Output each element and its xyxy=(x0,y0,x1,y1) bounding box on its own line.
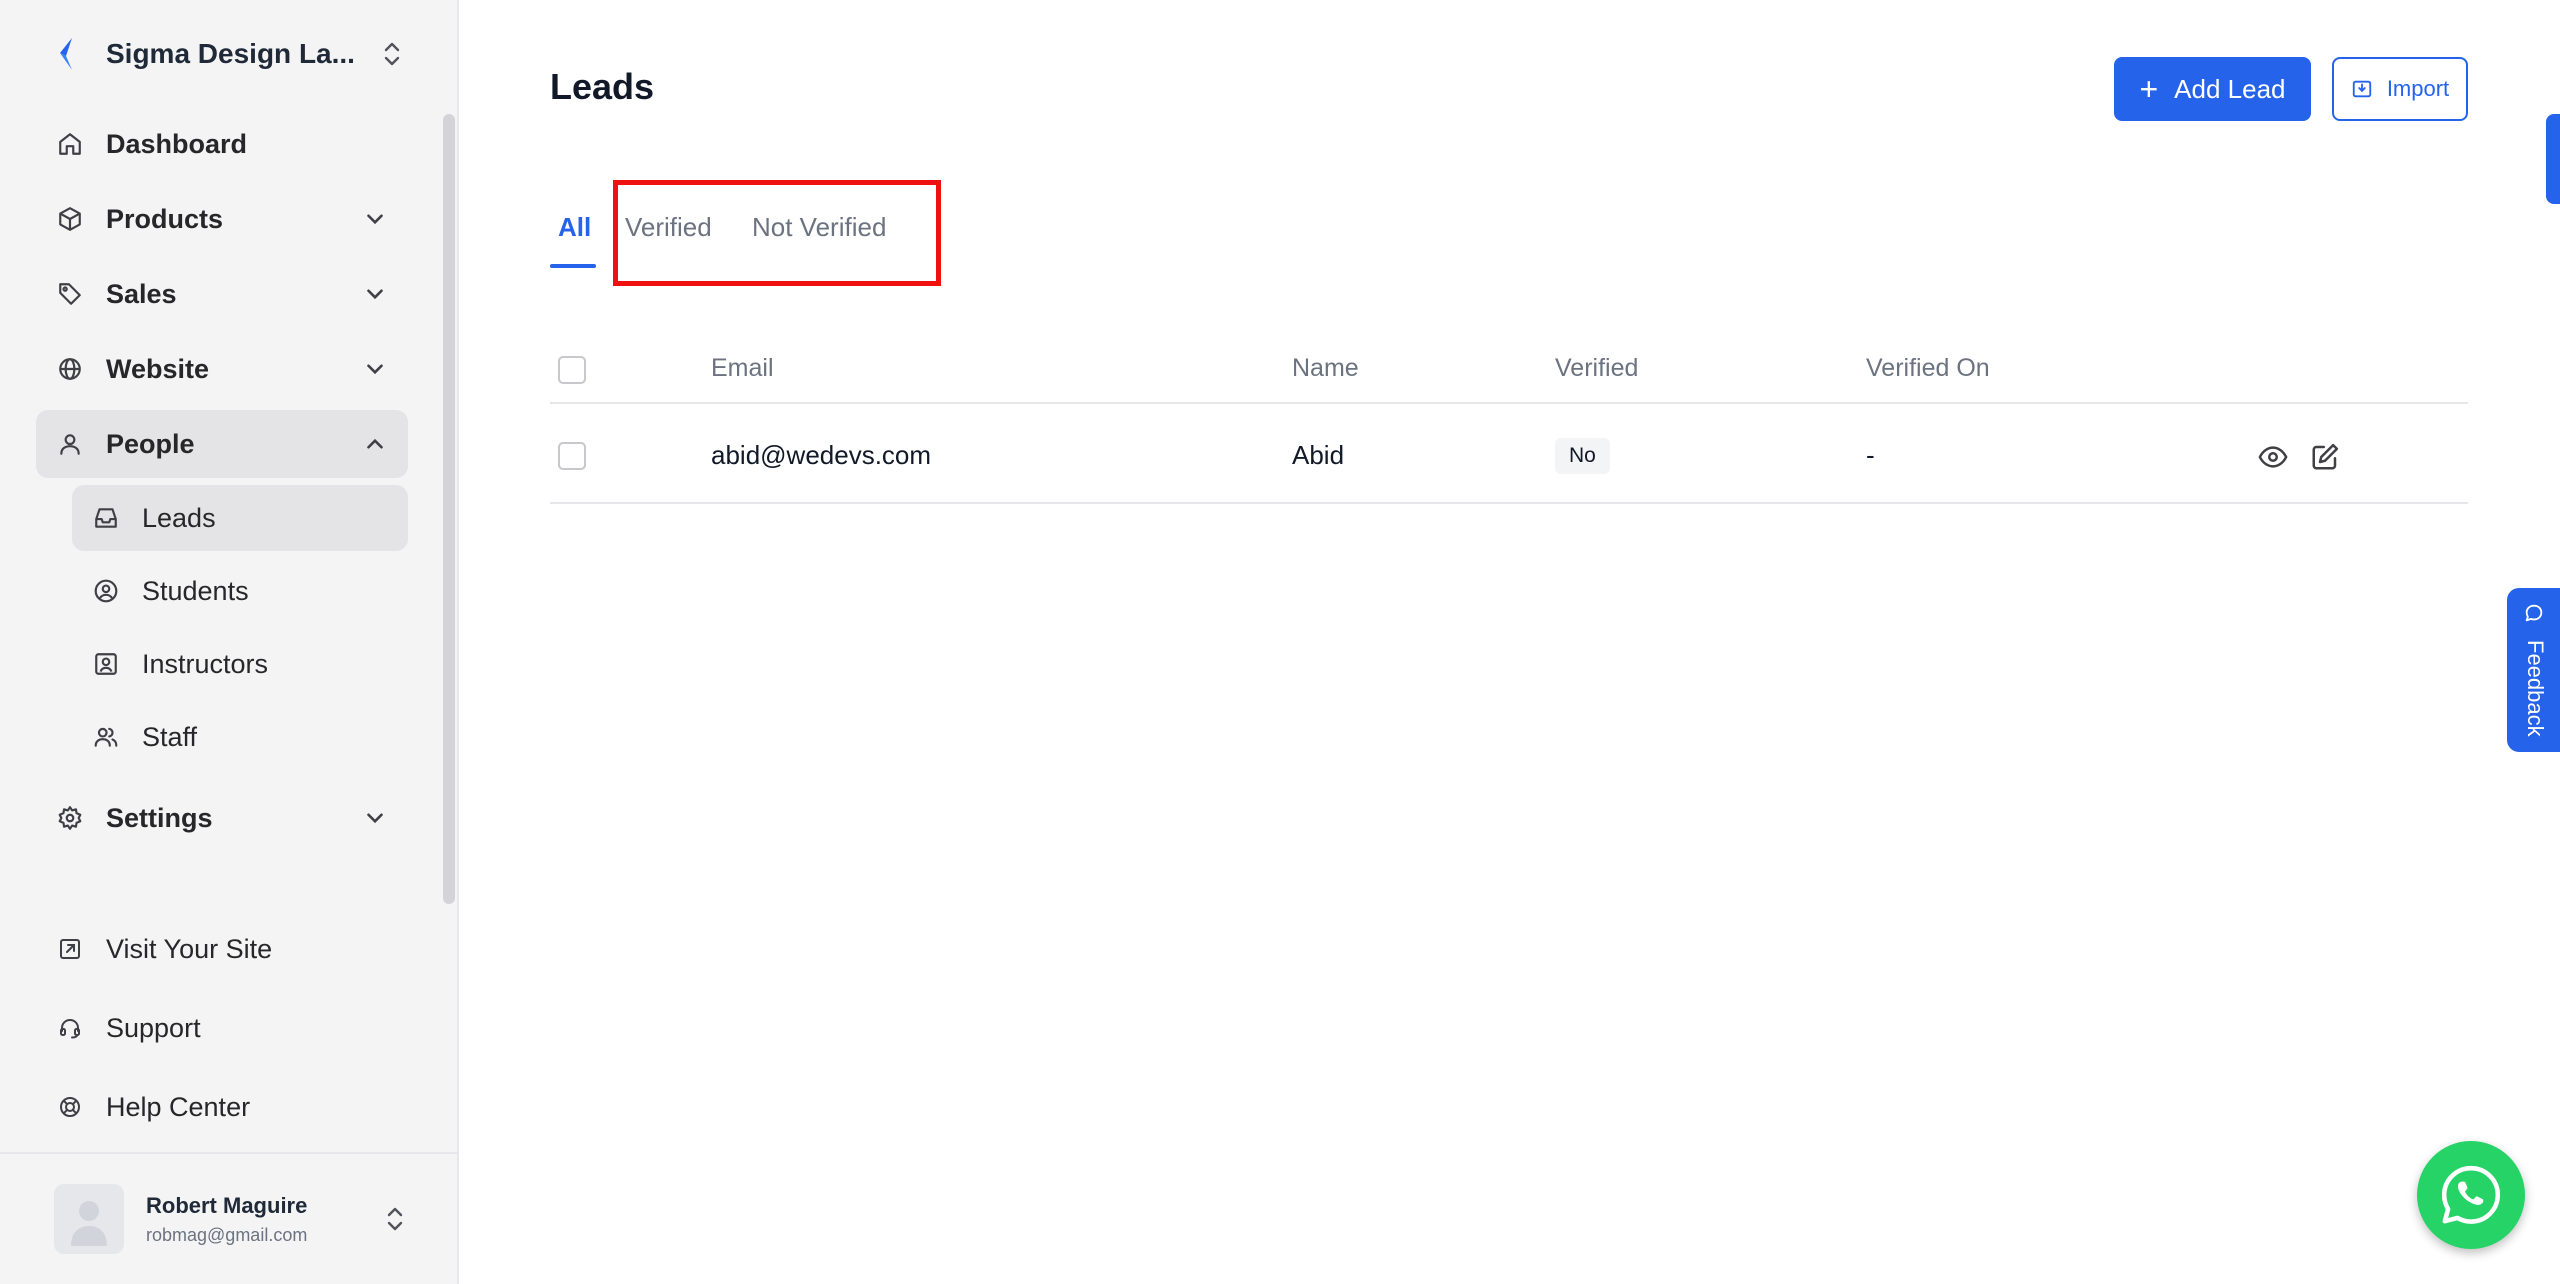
import-icon xyxy=(2352,80,2371,98)
plus-icon: + xyxy=(2139,70,2159,107)
globe-icon xyxy=(56,355,84,383)
row-checkbox[interactable] xyxy=(558,442,586,470)
column-verified-on[interactable]: Verified On xyxy=(1866,354,1990,383)
add-lead-label: Add Lead xyxy=(2174,73,2286,104)
tab-all[interactable]: All xyxy=(558,212,591,243)
whatsapp-chat-button[interactable] xyxy=(2417,1141,2525,1249)
side-panel-handle[interactable] xyxy=(2546,114,2560,204)
home-icon xyxy=(56,130,84,158)
nav-item-students[interactable]: Students xyxy=(72,558,408,624)
nav-item-label: People xyxy=(106,428,195,459)
nav-item-sales[interactable]: Sales xyxy=(36,260,408,328)
box-icon xyxy=(56,205,84,233)
active-tab-indicator xyxy=(550,264,596,268)
nav-item-settings[interactable]: Settings xyxy=(36,784,408,852)
column-name[interactable]: Name xyxy=(1292,354,1359,383)
nav-item-label: Sales xyxy=(106,278,177,309)
nav-item-people[interactable]: People xyxy=(36,410,408,478)
nav-item-label: Staff xyxy=(142,721,198,752)
nav-item-label: Help Center xyxy=(106,1091,251,1122)
workspace-switcher[interactable]: Sigma Design La... xyxy=(54,30,404,78)
nav-item-label: Products xyxy=(106,203,224,234)
nav-item-products[interactable]: Products xyxy=(36,185,408,253)
leads-table: Email Name Verified Verified On abid@wed… xyxy=(550,330,2468,504)
lead-verified-on: - xyxy=(1866,440,1875,470)
user-square-icon xyxy=(92,650,120,678)
main-content: Leads + Add Lead Import All Verified Not… xyxy=(460,0,2560,1284)
chevron-up-icon xyxy=(367,438,383,449)
tag-icon xyxy=(56,280,84,308)
user-email: robmag@gmail.com xyxy=(146,1224,308,1245)
chevron-updown-icon xyxy=(384,42,400,66)
lead-name: Abid xyxy=(1292,440,1345,470)
nav-item-instructors[interactable]: Instructors xyxy=(72,631,408,697)
import-button[interactable]: Import xyxy=(2332,57,2468,121)
support-link[interactable]: Support xyxy=(36,994,408,1062)
chevron-down-icon xyxy=(367,289,383,300)
column-email[interactable]: Email xyxy=(711,354,774,383)
select-all-checkbox[interactable] xyxy=(558,356,586,384)
lifebuoy-icon xyxy=(56,1093,84,1121)
table-row[interactable]: abid@wedevs.com Abid No - xyxy=(550,404,2468,504)
user-menu[interactable]: Robert Maguire robmag@gmail.com xyxy=(0,1152,459,1284)
column-verified[interactable]: Verified xyxy=(1555,354,1638,383)
avatar xyxy=(54,1184,124,1254)
import-label: Import xyxy=(2386,76,2450,101)
chat-bubble-icon xyxy=(2525,604,2543,622)
chevron-down-icon xyxy=(367,813,383,824)
sidebar-scrollbar[interactable] xyxy=(443,114,455,904)
lead-email: abid@wedevs.com xyxy=(711,440,932,470)
nav-item-label: Support xyxy=(106,1012,201,1043)
edit-icon[interactable] xyxy=(2310,442,2340,472)
people-submenu: Leads Students Instructors Staff xyxy=(36,485,408,770)
nav-item-website[interactable]: Website xyxy=(36,335,408,403)
visit-site-link[interactable]: Visit Your Site xyxy=(36,915,408,983)
feedback-button[interactable]: Feedback xyxy=(2507,588,2560,752)
verified-badge: No xyxy=(1555,438,1610,474)
workspace-name: Sigma Design La... xyxy=(106,38,355,69)
chevron-updown-icon xyxy=(387,1207,403,1231)
nav-item-label: Leads xyxy=(142,502,216,533)
nav-item-label: Students xyxy=(142,575,249,606)
main-nav: Dashboard Products Sales Website People … xyxy=(36,110,408,859)
whatsapp-icon xyxy=(2441,1165,2501,1224)
nav-item-dashboard[interactable]: Dashboard xyxy=(36,110,408,178)
add-lead-button[interactable]: + Add Lead xyxy=(2114,57,2311,121)
user-icon xyxy=(56,430,84,458)
help-center-link[interactable]: Help Center xyxy=(36,1073,408,1141)
sidebar: Sigma Design La... Dashboard Products Sa… xyxy=(0,0,459,1284)
eye-icon[interactable] xyxy=(2258,442,2288,472)
page-title: Leads xyxy=(550,66,655,107)
sidebar-bottom-links: Visit Your Site Support Help Center xyxy=(36,915,408,1152)
highlight-box xyxy=(613,180,941,286)
nav-item-leads[interactable]: Leads xyxy=(72,485,408,551)
feedback-label: Feedback xyxy=(2523,640,2548,737)
nav-item-label: Visit Your Site xyxy=(106,933,273,964)
nav-item-label: Dashboard xyxy=(106,128,248,159)
users-icon xyxy=(92,723,120,751)
user-circle-icon xyxy=(92,577,120,605)
user-info: Robert Maguire robmag@gmail.com xyxy=(146,1193,383,1246)
headset-icon xyxy=(56,1014,84,1042)
nav-item-label: Settings xyxy=(106,802,213,833)
chevron-down-icon xyxy=(367,214,383,225)
external-link-icon xyxy=(56,935,84,963)
nav-item-label: Instructors xyxy=(142,648,269,679)
inbox-icon xyxy=(92,504,120,532)
chevron-down-icon xyxy=(367,364,383,375)
nav-item-staff[interactable]: Staff xyxy=(72,704,408,770)
brand-logo-icon xyxy=(60,38,72,70)
table-header: Email Name Verified Verified On xyxy=(550,330,2468,404)
nav-item-label: Website xyxy=(106,353,210,384)
gear-icon xyxy=(56,804,84,832)
avatar-placeholder-icon xyxy=(71,1201,107,1246)
user-name: Robert Maguire xyxy=(146,1192,308,1218)
